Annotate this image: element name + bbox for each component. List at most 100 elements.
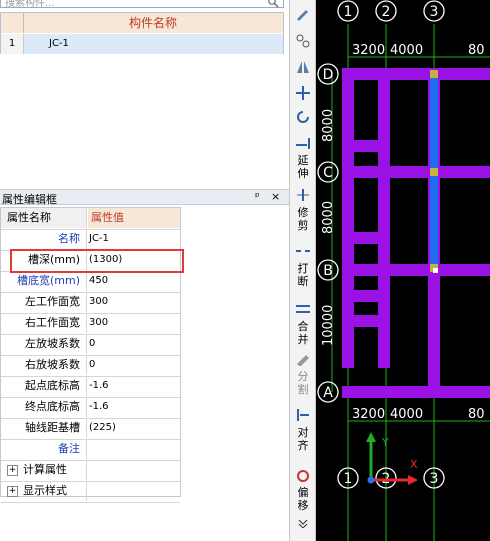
dim-bottom-3: 80 bbox=[468, 407, 485, 422]
break-label[interactable]: 打断 bbox=[295, 262, 311, 288]
prop-row-end-elevation[interactable]: 终点底标高 -1.6 bbox=[1, 397, 180, 419]
dim-top-2: 4000 bbox=[390, 43, 423, 58]
column-header-prop-name: 属性名称 bbox=[1, 208, 87, 228]
beam-D bbox=[342, 68, 490, 80]
search-input[interactable]: 搜索构件... bbox=[0, 0, 284, 9]
axis-label-3: 3 bbox=[430, 4, 439, 20]
corner-cell bbox=[1, 13, 24, 33]
prop-row-right-work-width[interactable]: 右工作面宽 300 bbox=[1, 313, 180, 335]
prop-row-right-slope[interactable]: 右放坡系数 0 bbox=[1, 355, 180, 377]
cad-viewport[interactable]: 1 2 3 D C B A 1 2 3 3200 4000 80 3200 40… bbox=[316, 0, 490, 541]
section-label: 显示样式 bbox=[1, 481, 87, 501]
dim-left-2: 8000 bbox=[321, 201, 336, 234]
align-label[interactable]: 对齐 bbox=[295, 426, 311, 452]
beam-B bbox=[342, 264, 490, 276]
prop-label: 轴线距基槽 bbox=[1, 418, 87, 438]
search-placeholder: 搜索构件... bbox=[5, 0, 55, 9]
component-name: JC-1 bbox=[49, 38, 69, 49]
ucs-x-label: X bbox=[410, 458, 418, 471]
dim-left-3: 10000 bbox=[321, 305, 336, 346]
prop-row-axis-offset[interactable]: 轴线距基槽 (225) bbox=[1, 418, 180, 440]
prop-label: 右放坡系数 bbox=[1, 355, 87, 375]
prop-value[interactable]: 0 bbox=[89, 355, 95, 375]
property-panel-titlebar: 属性编辑框 ᵖ × bbox=[0, 189, 289, 206]
prop-value[interactable]: 300 bbox=[89, 292, 108, 312]
offset-icon[interactable] bbox=[292, 468, 314, 485]
split-label[interactable]: 分割 bbox=[295, 370, 311, 396]
trim-icon[interactable] bbox=[292, 188, 314, 205]
copy-icon[interactable] bbox=[292, 32, 314, 53]
prop-row-name[interactable]: 名称 JC-1 bbox=[1, 229, 180, 251]
prop-row-left-work-width[interactable]: 左工作面宽 300 bbox=[1, 292, 180, 314]
pin-icon[interactable]: ᵖ bbox=[255, 190, 260, 203]
axis-label-1: 1 bbox=[344, 4, 353, 20]
prop-value[interactable]: 450 bbox=[89, 271, 108, 291]
axis-label-B: B bbox=[323, 263, 333, 279]
component-table: 构件名称 1 JC-1 bbox=[0, 12, 284, 54]
prop-row-bottom-width[interactable]: 槽底宽(mm) 450 bbox=[1, 271, 180, 293]
prop-label: 槽底宽(mm) bbox=[1, 271, 87, 291]
section-calc-properties[interactable]: + 计算属性 bbox=[1, 460, 180, 482]
beam-A bbox=[342, 386, 490, 398]
prop-row-left-slope[interactable]: 左放坡系数 0 bbox=[1, 334, 180, 356]
extend-icon[interactable] bbox=[292, 136, 314, 153]
extend-label[interactable]: 延伸 bbox=[295, 154, 311, 180]
axis-label-A: A bbox=[323, 385, 333, 401]
prop-label: 起点底标高 bbox=[1, 376, 87, 396]
section-display-style[interactable]: + 显示样式 bbox=[1, 481, 180, 503]
more-icon[interactable] bbox=[292, 518, 314, 531]
beam-C bbox=[342, 166, 490, 178]
beam-mid-1 bbox=[342, 140, 390, 152]
section-label: 计算属性 bbox=[1, 460, 87, 480]
split-icon[interactable] bbox=[292, 352, 314, 369]
prop-label: 终点底标高 bbox=[1, 397, 87, 417]
merge-icon[interactable] bbox=[292, 302, 314, 319]
dim-top-3: 80 bbox=[468, 43, 485, 58]
property-table-header: 属性名称 属性值 bbox=[1, 208, 180, 230]
axis-label-D: D bbox=[323, 67, 334, 83]
beam-mid-3 bbox=[342, 290, 390, 302]
mirror-icon[interactable] bbox=[292, 58, 314, 79]
column-header-prop-value: 属性值 bbox=[88, 208, 180, 228]
beam-mid-2 bbox=[342, 232, 390, 244]
offset-label[interactable]: 偏移 bbox=[295, 486, 311, 512]
modify-toolbar: 延伸 修剪 打断 合并 分割 对齐 偏移 bbox=[289, 0, 316, 541]
dim-top-1: 3200 bbox=[352, 43, 385, 58]
component-row[interactable]: 1 JC-1 bbox=[1, 34, 283, 54]
prop-label: 右工作面宽 bbox=[1, 313, 87, 333]
prop-value[interactable]: (225) bbox=[89, 418, 116, 438]
component-table-header: 构件名称 bbox=[1, 13, 283, 33]
prop-value[interactable]: 300 bbox=[89, 313, 108, 333]
column-header-component-name: 构件名称 bbox=[128, 16, 177, 30]
break-icon[interactable] bbox=[292, 244, 314, 261]
prop-value[interactable]: -1.6 bbox=[89, 376, 109, 396]
dim-bottom-1: 3200 bbox=[352, 407, 385, 422]
rotate-icon[interactable] bbox=[292, 108, 314, 129]
merge-label[interactable]: 合并 bbox=[295, 320, 311, 346]
highlight-box bbox=[10, 249, 184, 273]
dim-left-1: 8000 bbox=[321, 109, 336, 142]
close-icon[interactable]: × bbox=[271, 190, 280, 203]
axis-label-C: C bbox=[323, 165, 333, 181]
prop-value[interactable]: -1.6 bbox=[89, 397, 109, 417]
axis-label-2: 2 bbox=[382, 4, 391, 20]
prop-row-remarks[interactable]: 备注 bbox=[1, 439, 180, 461]
prop-value[interactable]: JC-1 bbox=[89, 229, 109, 249]
prop-label: 左工作面宽 bbox=[1, 292, 87, 312]
move-icon[interactable] bbox=[292, 84, 314, 105]
ucs-icon: Y X bbox=[366, 432, 418, 485]
trim-label[interactable]: 修剪 bbox=[295, 206, 311, 232]
axis-label-1-bottom: 1 bbox=[344, 471, 353, 487]
prop-label: 左放坡系数 bbox=[1, 334, 87, 354]
prop-row-start-elevation[interactable]: 起点底标高 -1.6 bbox=[1, 376, 180, 398]
pen-icon[interactable] bbox=[292, 6, 314, 25]
dim-bottom-2: 4000 bbox=[390, 407, 423, 422]
prop-label: 备注 bbox=[1, 439, 87, 459]
align-icon[interactable] bbox=[292, 408, 314, 425]
prop-label: 名称 bbox=[1, 229, 87, 249]
prop-value[interactable]: 0 bbox=[89, 334, 95, 354]
property-panel-title: 属性编辑框 bbox=[2, 193, 57, 206]
search-icon[interactable] bbox=[266, 0, 280, 8]
beam-mid-4 bbox=[348, 315, 390, 327]
row-number: 1 bbox=[1, 34, 24, 54]
